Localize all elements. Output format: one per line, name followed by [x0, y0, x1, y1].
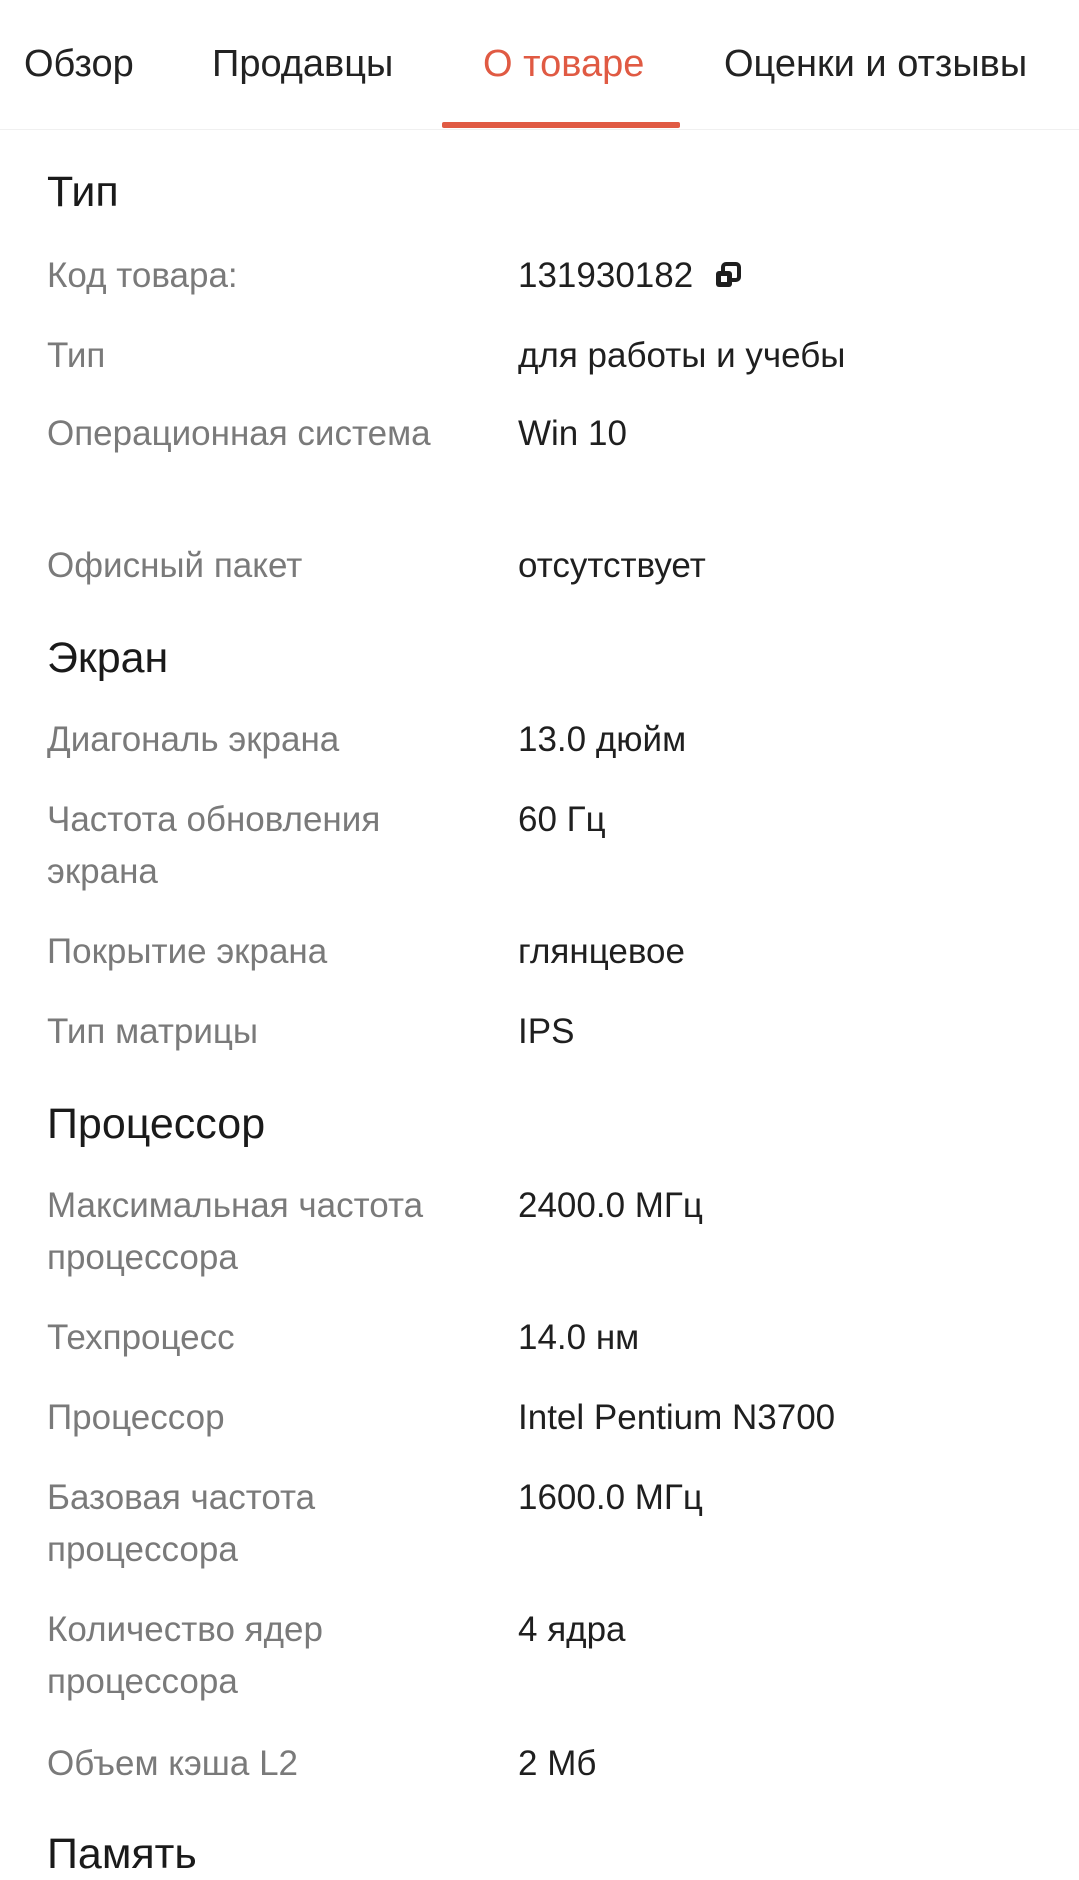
spec-value: глянцевое	[518, 932, 685, 971]
spec-row: Операционная система Win 10	[47, 408, 627, 460]
spec-label: Тип матрицы	[47, 1012, 259, 1051]
spec-label: Объем кэша L2	[47, 1744, 298, 1783]
spec-row: Техпроцесс 14.0 нм	[47, 1312, 639, 1364]
spec-label: Процессор	[47, 1398, 225, 1437]
spec-label: Код товара:	[47, 256, 238, 295]
spec-row: Объем кэша L2 2 Мб	[47, 1738, 596, 1790]
spec-value: для работы и учебы	[518, 336, 846, 375]
tab-overview[interactable]: Обзор	[24, 40, 134, 88]
spec-value: 14.0 нм	[518, 1318, 640, 1357]
spec-label: Операционная система	[47, 414, 431, 453]
spec-row: Частота обновления экрана 60 Гц	[47, 794, 606, 898]
copy-icon[interactable]	[713, 261, 743, 291]
section-title: Память	[47, 1830, 197, 1878]
spec-value: Intel Pentium N3700	[518, 1398, 836, 1437]
tab-ratings-reviews[interactable]: Оценки и отзывы	[724, 40, 1027, 88]
spec-row: Тип матрицы IPS	[47, 1006, 574, 1058]
spec-label: Диагональ экрана	[47, 720, 340, 759]
spec-label: Количество ядер процессора	[47, 1610, 323, 1701]
spec-row: Максимальная частота процессора 2400.0 М…	[47, 1180, 703, 1284]
spec-label: Максимальная частота процессора	[47, 1186, 424, 1277]
spec-label: Частота обновления экрана	[47, 800, 381, 891]
spec-label: Покрытие экрана	[47, 932, 328, 971]
spec-label: Офисный пакет	[47, 546, 303, 585]
spec-row: Базовая частота процессора 1600.0 МГц	[47, 1472, 703, 1576]
spec-row: Покрытие экрана глянцевое	[47, 926, 685, 978]
spec-row: Количество ядер процессора 4 ядра	[47, 1604, 626, 1708]
spec-value: 13.0 дюйм	[518, 720, 687, 759]
product-code-value: 131930182	[518, 256, 694, 295]
spec-value: 2 Мб	[518, 1744, 597, 1783]
spec-value: 131930182	[518, 250, 743, 302]
spec-section-type: Тип	[47, 166, 119, 218]
spec-label: Базовая частота процессора	[47, 1478, 316, 1569]
spec-section-processor: Процессор	[47, 1098, 265, 1150]
spec-section-screen: Экран	[47, 632, 168, 684]
spec-value: Win 10	[518, 414, 627, 453]
spec-label: Техпроцесс	[47, 1318, 235, 1357]
spec-value: IPS	[518, 1012, 575, 1051]
spec-row: Процессор Intel Pentium N3700	[47, 1392, 835, 1444]
active-tab-indicator	[442, 122, 680, 128]
spec-value: 60 Гц	[518, 800, 606, 839]
tab-sellers[interactable]: Продавцы	[212, 40, 393, 88]
spec-value: 2400.0 МГц	[518, 1186, 703, 1225]
spec-label: Тип	[47, 336, 106, 375]
spec-value: 4 ядра	[518, 1610, 626, 1649]
spec-section-memory: Память	[47, 1828, 197, 1880]
spec-value: 1600.0 МГц	[518, 1478, 703, 1517]
spec-row: Тип для работы и учебы	[47, 330, 845, 382]
section-title: Экран	[47, 634, 169, 682]
spec-value: отсутствует	[518, 546, 706, 585]
spec-row-product-code: Код товара: 131930182	[47, 250, 743, 302]
section-title: Процессор	[47, 1100, 266, 1148]
tab-about-product[interactable]: О товаре	[483, 40, 644, 88]
tab-bar: Обзор Продавцы О товаре Оценки и отзывы	[0, 0, 1079, 130]
section-title: Тип	[47, 168, 119, 216]
spec-row: Диагональ экрана 13.0 дюйм	[47, 714, 686, 766]
spec-row: Офисный пакет отсутствует	[47, 540, 706, 592]
